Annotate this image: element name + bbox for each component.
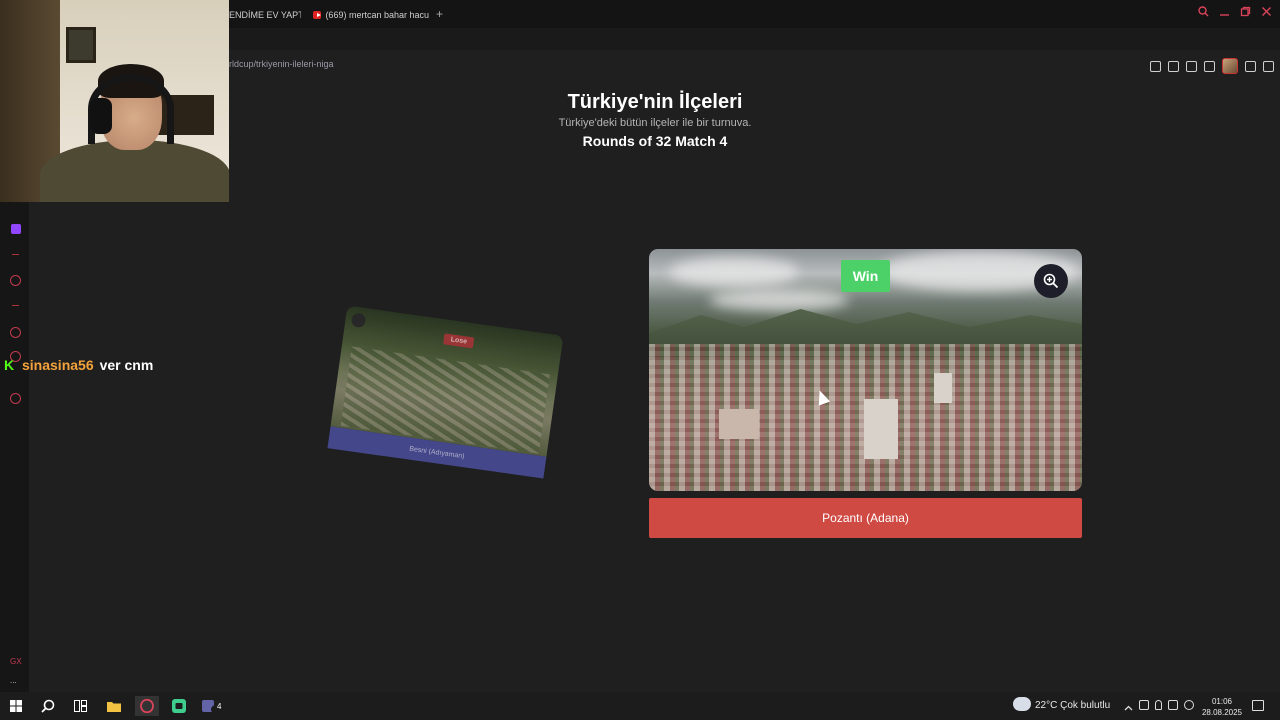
tab-label: ENDİME EV YAPTI [229, 10, 301, 20]
clock-time: 01:06 [1211, 697, 1233, 706]
close-icon[interactable] [1261, 6, 1272, 17]
menu-icon[interactable] [1263, 60, 1274, 72]
screenshot-icon[interactable] [1168, 60, 1179, 72]
sidebar-divider [12, 254, 19, 255]
screen: ENDİME EV YAPTI (669) mertcan bahar hacu… [0, 0, 1280, 720]
page-title: Türkiye'nin İlçeleri [567, 91, 743, 113]
network-icon[interactable] [1168, 700, 1178, 710]
windows-start-button[interactable] [4, 696, 28, 716]
winner-card[interactable]: Win Pozantı (Adana) [649, 249, 1082, 538]
winner-image[interactable]: Win [649, 249, 1082, 491]
volume-icon[interactable] [1184, 700, 1194, 710]
tab-label: (669) mertcan bahar hacu [325, 10, 429, 20]
folder-icon [107, 701, 121, 712]
image-building [864, 399, 898, 459]
browser-tab-youtube[interactable]: (669) mertcan bahar hacu [313, 6, 429, 24]
browser-toolbar [1150, 58, 1274, 74]
weather-cloudy-icon[interactable] [1013, 697, 1031, 711]
webcam-wall-frame [66, 27, 96, 63]
file-explorer-button[interactable] [102, 696, 126, 716]
more-icon[interactable]: ... [10, 676, 17, 685]
winner-label[interactable]: Pozantı (Adana) [649, 498, 1082, 538]
chat-text: ver cnm [99, 357, 154, 373]
page-subtitle: Türkiye'deki bütün ilçeler ile bir turnu… [558, 117, 752, 129]
download-icon[interactable] [1245, 60, 1256, 72]
clock-date: 28.08.2025 [1201, 708, 1243, 717]
search-icon [41, 699, 55, 713]
teams-button[interactable]: 4 [201, 696, 225, 716]
teams-badge: 4 [217, 702, 222, 711]
round-label: Rounds of 32 Match 4 [582, 133, 728, 149]
kick-badge-icon: K [4, 357, 15, 373]
microphone-icon[interactable] [1155, 700, 1162, 710]
weather-text[interactable]: 22°C Çok bulutlu [1035, 700, 1110, 711]
new-tab-button[interactable]: + [436, 7, 443, 21]
image-cloud [669, 257, 799, 287]
image-building [934, 373, 952, 403]
image-building [719, 409, 759, 439]
notification-icon[interactable] [1252, 700, 1264, 711]
meet-now-icon[interactable] [1139, 700, 1149, 710]
image-cloud [709, 289, 849, 311]
browser-sidebar: GX ... [0, 202, 29, 692]
youtube-icon [313, 11, 322, 19]
zoom-in-icon [1043, 273, 1059, 289]
windows-icon [10, 700, 22, 712]
system-tray [1124, 700, 1194, 711]
webcam-headset-earcup [90, 98, 112, 134]
shield-icon[interactable] [1186, 60, 1197, 72]
zoom-icon [350, 312, 367, 329]
app-icon [172, 699, 186, 713]
history-icon[interactable] [10, 327, 21, 338]
settings-icon[interactable] [10, 393, 21, 404]
task-view-button[interactable] [68, 696, 92, 716]
player-icon[interactable] [10, 275, 21, 286]
url-field[interactable]: rldcup/trkiyenin-ileleri-niga [229, 59, 334, 69]
translate-icon[interactable] [1204, 60, 1215, 72]
task-view-icon [73, 700, 87, 712]
zoom-button[interactable] [1034, 264, 1068, 298]
loser-card: Lose Besni (Adıyaman) [327, 305, 564, 485]
minimize-icon[interactable] [1219, 6, 1230, 17]
twitch-icon[interactable] [11, 224, 21, 234]
sidebar-divider [12, 305, 19, 306]
clock[interactable]: 01:06 28.08.2025 [1200, 696, 1244, 718]
chat-username: sinasina56 [22, 357, 94, 373]
pin-icon[interactable] [1150, 60, 1161, 72]
webcam-overlay [0, 0, 229, 202]
window-controls [1198, 6, 1272, 17]
win-badge: Win [841, 260, 890, 292]
search-button[interactable] [36, 696, 60, 716]
lose-badge: Lose [443, 333, 475, 349]
browser-tab[interactable]: ENDİME EV YAPTI [229, 6, 301, 24]
opera-gx-button[interactable] [135, 696, 159, 716]
profile-avatar[interactable] [1222, 58, 1238, 74]
app-button[interactable] [167, 696, 191, 716]
chevron-up-icon[interactable] [1124, 700, 1133, 711]
search-icon[interactable] [1198, 6, 1209, 17]
gx-label: GX [10, 657, 22, 666]
opera-gx-icon [140, 699, 154, 713]
restore-icon[interactable] [1240, 6, 1251, 17]
chat-message: K sinasina56 ver cnm [4, 357, 153, 373]
